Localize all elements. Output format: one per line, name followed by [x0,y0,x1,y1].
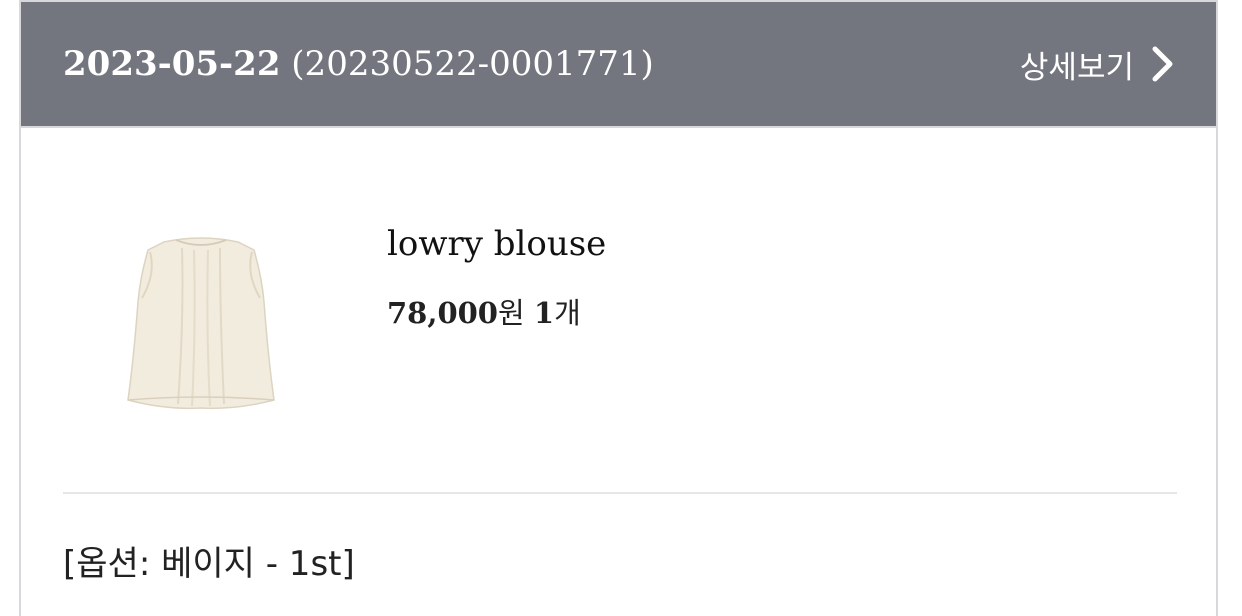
divider [63,492,1177,494]
product-thumbnail[interactable] [116,228,286,418]
order-number: (20230522-0001771) [291,44,654,84]
quantity-unit: 개 [554,296,581,330]
order-header: 2023-05-22 (20230522-0001771) 상세보기 [21,0,1216,128]
order-heading: 2023-05-22 (20230522-0001771) [63,44,654,84]
price-quantity: 78,000원 1개 [387,290,581,332]
order-date: 2023-05-22 [63,44,281,84]
view-details-link[interactable]: 상세보기 [1020,42,1176,87]
item-price: 78,000 [387,296,498,330]
item-quantity: 1 [533,296,555,330]
currency-unit: 원 [498,296,525,330]
product-name[interactable]: lowry blouse [387,224,606,264]
view-details-label: 상세보기 [1019,49,1134,86]
item-option: [옵션: 베이지 - 1st] [63,544,355,584]
chevron-right-icon [1152,46,1173,82]
order-item: lowry blouse 78,000원 1개 [21,128,1216,494]
order-card: 2023-05-22 (20230522-0001771) 상세보기 lowry… [19,0,1218,616]
